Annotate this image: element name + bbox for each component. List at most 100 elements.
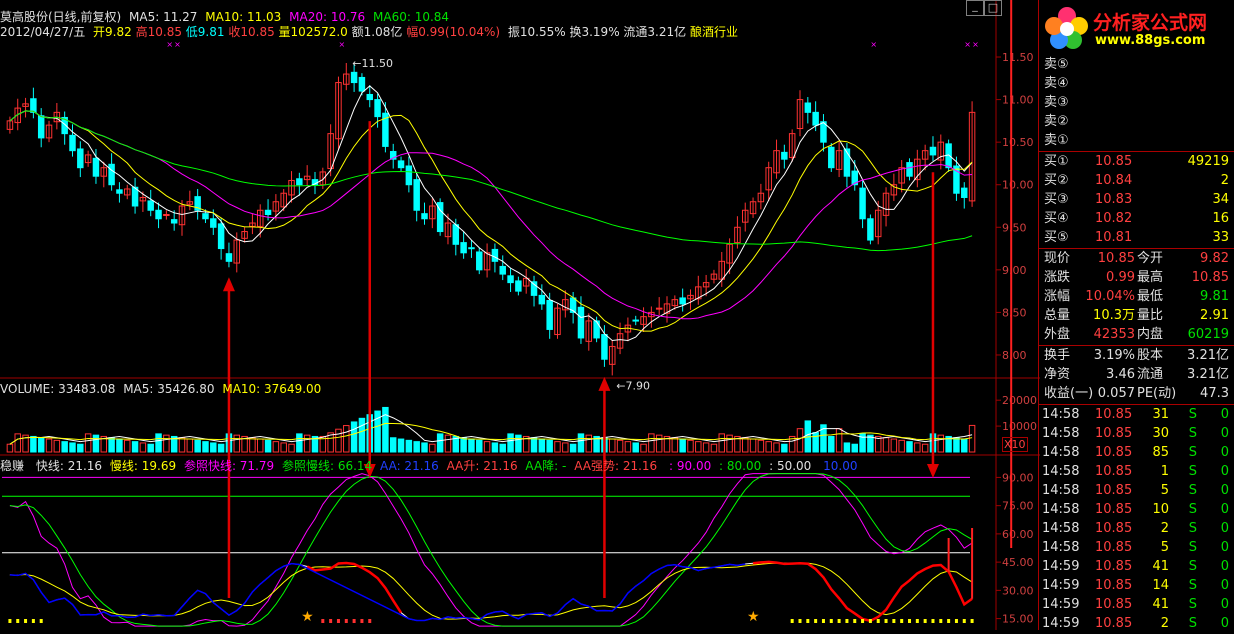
- volume-bar: [249, 437, 256, 453]
- slow-line-label: 慢线: 19.69: [109, 459, 177, 473]
- stats-value: 47.3: [1200, 386, 1229, 401]
- signal-dot: [931, 619, 935, 623]
- trade-row[interactable]: 14:59 10.85 14 S 0: [1039, 577, 1234, 595]
- sell-level-row[interactable]: 卖②: [1039, 113, 1234, 131]
- trade-row[interactable]: 14:58 10.85 2 S 0: [1039, 520, 1234, 538]
- signal-dot: [915, 619, 919, 623]
- logo-url[interactable]: www.88gs.com: [1095, 33, 1205, 48]
- volume-bar: [890, 438, 898, 453]
- volume-bar: [77, 443, 84, 453]
- volume-bar: [429, 443, 436, 453]
- trade-row[interactable]: 14:58 10.85 5 S 0: [1039, 482, 1234, 500]
- trade-side: S: [1188, 445, 1197, 460]
- volume-bar: [741, 437, 749, 453]
- sell-level-label: 卖④: [1044, 76, 1069, 91]
- volume-bar: [131, 441, 139, 453]
- stats-row[interactable]: 收益(一) 0.057 PE(动) 47.3: [1039, 385, 1234, 403]
- buy-level-label: 买①: [1044, 154, 1069, 169]
- ma20-line: [9, 110, 973, 320]
- quote-label: 总量: [1044, 308, 1071, 323]
- quote-row[interactable]: 涨幅 10.04% 最低 9.81: [1039, 288, 1234, 306]
- trade-count: 0: [1220, 407, 1229, 422]
- volume-bar: [515, 434, 522, 453]
- trade-row[interactable]: 14:59 10.85 41 S 0: [1039, 558, 1234, 576]
- volume-bar: [781, 443, 788, 453]
- signal-marker: ×: [338, 40, 345, 49]
- candle-body: [202, 213, 209, 220]
- trade-row[interactable]: 14:58 10.85 5 S 0: [1039, 539, 1234, 557]
- panel-divider: [1039, 151, 1234, 152]
- stats-row[interactable]: 净资 3.46 流通 3.21亿: [1039, 366, 1234, 384]
- sell-level-row[interactable]: 卖①: [1039, 132, 1234, 150]
- candle-body: [546, 299, 553, 330]
- trade-row[interactable]: 14:59 10.85 41 S 0: [1039, 596, 1234, 614]
- volume-bar: [961, 438, 968, 453]
- price-tick-label: 11.00: [1002, 94, 1034, 107]
- aa-down-label: AA降: -: [525, 459, 567, 473]
- buy-level-row[interactable]: 买① 10.85 49219: [1039, 153, 1234, 171]
- buy-level-row[interactable]: 买④ 10.82 16: [1039, 210, 1234, 228]
- buy-level-row[interactable]: 买③ 10.83 34: [1039, 191, 1234, 209]
- trade-row[interactable]: 14:58 10.85 10 S 0: [1039, 501, 1234, 519]
- trade-row[interactable]: 14:58 10.85 1 S 0: [1039, 463, 1234, 481]
- restore-button[interactable]: □: [984, 0, 1002, 16]
- volume-bar: [851, 443, 858, 453]
- signal-dot: [39, 619, 43, 623]
- volume-bar: [45, 438, 53, 453]
- chart-area[interactable]: 11.50 11.00 10.50 10.00 9.50 9.00 8.50 8.00 ←11.…: [0, 0, 1065, 630]
- quote-row[interactable]: 涨跌 0.99 最高 10.85: [1039, 269, 1234, 287]
- float-label: 流通3.21亿: [623, 25, 687, 39]
- volume-bar: [718, 433, 726, 453]
- signal-marker: ×: [964, 40, 971, 49]
- quote-row[interactable]: 外盘 42353 内盘 60219: [1039, 326, 1234, 344]
- buy-level-price: 10.82: [1095, 211, 1133, 226]
- candle-body: [155, 209, 162, 220]
- trade-count: 0: [1220, 578, 1229, 593]
- candle-body: [577, 306, 585, 339]
- ref-slow-label: 参照慢线: 66.14: [281, 459, 373, 473]
- sell-level-row[interactable]: 卖⑤: [1039, 56, 1234, 74]
- volume-bar: [687, 439, 694, 453]
- buy-level-volume: 34: [1212, 192, 1229, 207]
- buy-level-row[interactable]: 买② 10.84 2: [1039, 172, 1234, 190]
- candle-body: [515, 280, 522, 292]
- buy-level-row[interactable]: 买⑤ 10.81 33: [1039, 229, 1234, 247]
- signal-dot: [829, 619, 833, 623]
- volume-bar: [217, 443, 225, 453]
- stats-label: 净资: [1044, 367, 1071, 382]
- volume-bar: [233, 434, 241, 453]
- trade-price: 10.85: [1095, 559, 1133, 574]
- volume-bar: [937, 434, 945, 453]
- sell-level-row[interactable]: 卖④: [1039, 75, 1234, 93]
- indicator-tick-label: 75.00: [1002, 500, 1034, 513]
- volume-bar: [726, 434, 733, 453]
- sell-level-row[interactable]: 卖③: [1039, 94, 1234, 112]
- trade-time: 14:58: [1042, 445, 1080, 460]
- trade-row[interactable]: 14:59 10.85 2 S 0: [1039, 615, 1234, 633]
- trade-row[interactable]: 14:58 10.85 31 S 0: [1039, 406, 1234, 424]
- candle-body: [632, 319, 639, 322]
- volume-bar: [609, 438, 616, 453]
- quote-row[interactable]: 现价 10.85 今开 9.82: [1039, 250, 1234, 268]
- volume-bar: [632, 442, 639, 453]
- trade-side: S: [1188, 559, 1197, 574]
- indicator-tick-label: 45.00: [1002, 556, 1034, 569]
- trade-row[interactable]: 14:58 10.85 30 S 0: [1039, 425, 1234, 443]
- minimize-button[interactable]: _: [966, 0, 984, 16]
- candle-body: [507, 275, 514, 284]
- volume-bar: [882, 437, 890, 453]
- chart-svg[interactable]: 11.50 11.00 10.50 10.00 9.50 9.00 8.50 8.00 ←11.…: [0, 0, 1065, 630]
- volume-label: 量102572.0: [278, 25, 348, 39]
- candle-body: [413, 179, 420, 211]
- industry-label[interactable]: 酿酒行业: [690, 25, 738, 39]
- quote-row[interactable]: 总量 10.3万 量比 2.91: [1039, 307, 1234, 325]
- aa-rising-line: [752, 560, 973, 623]
- volume-bar: [108, 437, 115, 453]
- stats-label: 换手: [1044, 348, 1071, 363]
- volume-bar: [84, 433, 92, 453]
- candle-body: [358, 76, 366, 92]
- trade-row[interactable]: 14:58 10.85 85 S 0: [1039, 444, 1234, 462]
- candle-body: [499, 265, 506, 275]
- stats-row[interactable]: 换手 3.19% 股本 3.21亿: [1039, 347, 1234, 365]
- volume-bar: [264, 439, 272, 453]
